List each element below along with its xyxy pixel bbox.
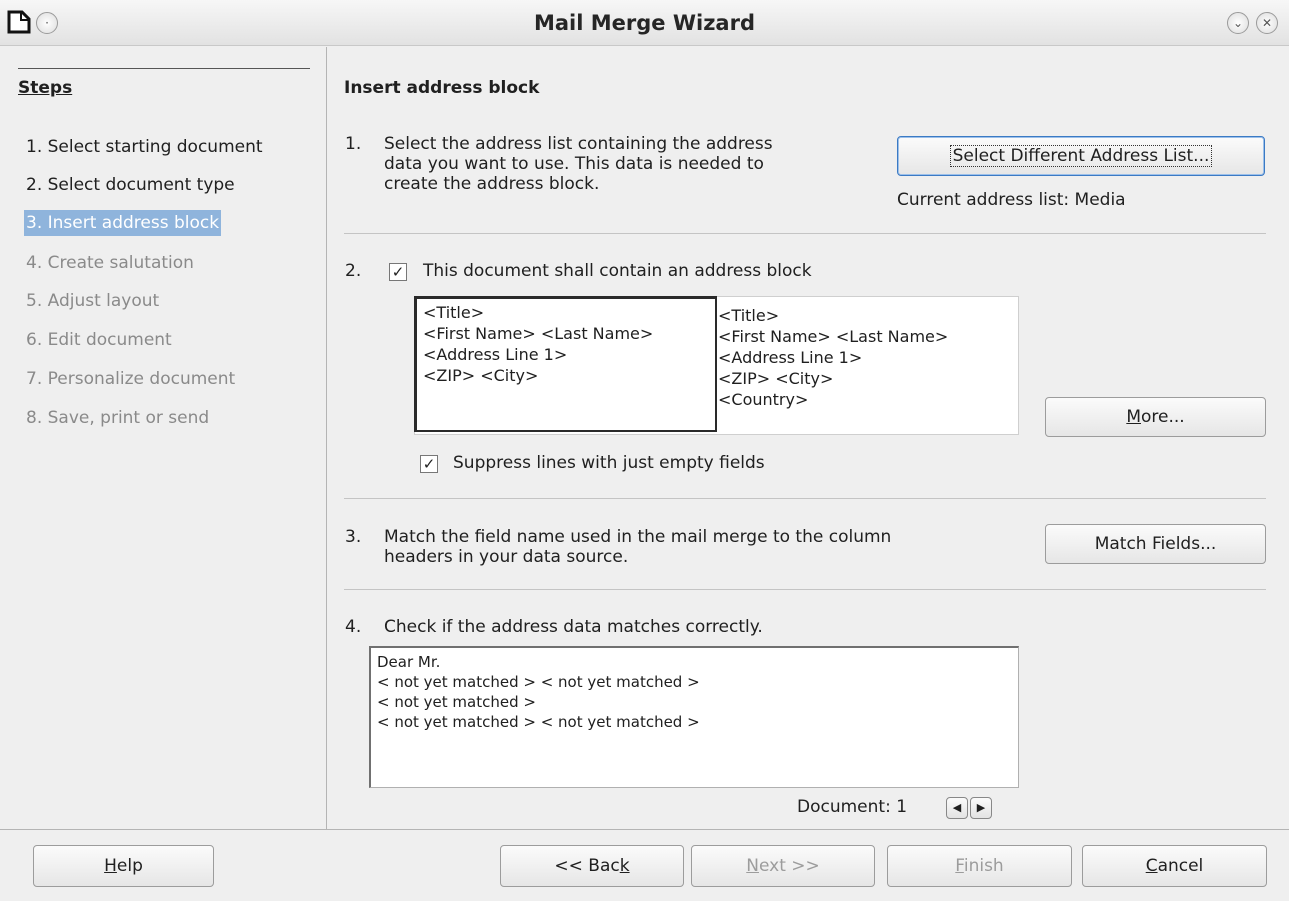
section2-number: 2.	[345, 261, 362, 281]
steps-heading: Steps	[18, 78, 73, 98]
step-save-print-send: 8. Save, print or send	[26, 408, 210, 428]
address-block-checkbox[interactable]: ✓	[389, 263, 407, 281]
divider	[344, 233, 1266, 234]
next-button: Next >>	[691, 845, 875, 887]
minimize-icon[interactable]: ⌄	[1227, 12, 1249, 34]
suppress-empty-lines-checkbox[interactable]: ✓	[420, 455, 438, 473]
page-title: Insert address block	[344, 78, 540, 98]
address-preview: Dear Mr. < not yet matched > < not yet m…	[369, 646, 1019, 788]
address-block-checkbox-label[interactable]: This document shall contain an address b…	[423, 261, 812, 281]
current-address-list: Current address list: Media	[897, 190, 1126, 210]
close-icon[interactable]: ✕	[1256, 12, 1278, 34]
window-menu-icon[interactable]: ·	[36, 12, 58, 34]
more-button[interactable]: More...	[1045, 397, 1266, 437]
step-edit-document: 6. Edit document	[26, 330, 172, 350]
section4-text: Check if the address data matches correc…	[384, 617, 763, 637]
step-personalize-document: 7. Personalize document	[26, 369, 236, 389]
step-adjust-layout: 5. Adjust layout	[26, 291, 160, 311]
address-block-option-selected[interactable]: <Title> <First Name> <Last Name> <Addres…	[414, 296, 717, 432]
cancel-button[interactable]: Cancel	[1082, 845, 1267, 887]
finish-button: Finish	[887, 845, 1072, 887]
document-counter: Document: 1	[797, 797, 908, 817]
step-insert-address-block[interactable]: 3. Insert address block	[24, 210, 222, 236]
next-document-icon[interactable]: ▶	[970, 797, 992, 819]
select-different-address-list-button[interactable]: Select Different Address List...	[897, 136, 1265, 176]
step-select-starting-document[interactable]: 1. Select starting document	[24, 134, 265, 160]
help-button[interactable]: Help	[33, 845, 214, 887]
panel-separator	[326, 47, 327, 829]
match-fields-button[interactable]: Match Fields...	[1045, 524, 1266, 564]
step-select-document-type[interactable]: 2. Select document type	[24, 172, 237, 198]
steps-panel	[0, 47, 326, 829]
address-block-option-2[interactable]: <Title> <First Name> <Last Name> <Addres…	[718, 305, 948, 410]
step-create-salutation: 4. Create salutation	[26, 253, 194, 273]
previous-document-icon[interactable]: ◀	[946, 797, 968, 819]
divider	[344, 498, 1266, 499]
steps-divider	[18, 68, 310, 69]
document-icon[interactable]	[6, 9, 32, 35]
section4-number: 4.	[345, 617, 362, 637]
window-title: Mail Merge Wizard	[533, 11, 755, 35]
section3-text: Match the field name used in the mail me…	[384, 527, 892, 567]
section3-number: 3.	[345, 527, 362, 547]
back-button[interactable]: << Back	[500, 845, 684, 887]
divider	[344, 589, 1266, 590]
suppress-empty-lines-label[interactable]: Suppress lines with just empty fields	[453, 453, 765, 473]
section1-text: Select the address list containing the a…	[384, 134, 773, 194]
section1-number: 1.	[345, 134, 362, 154]
